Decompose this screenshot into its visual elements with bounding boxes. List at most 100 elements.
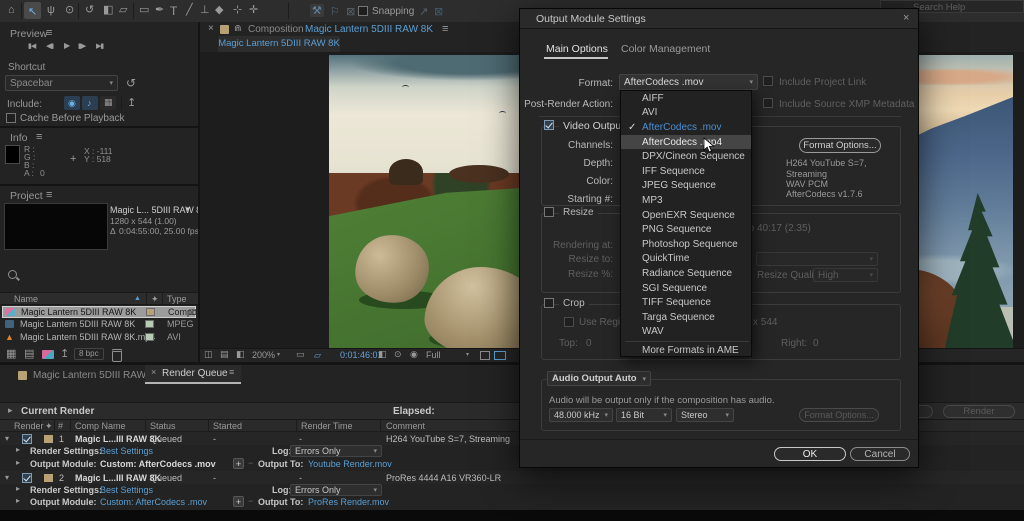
close-icon[interactable]: × <box>151 368 156 377</box>
export-icon[interactable]: ↥ <box>127 98 136 109</box>
panel-menu-icon[interactable]: ≡ <box>46 28 52 39</box>
render-checkbox[interactable] <box>22 473 32 483</box>
output-to-value[interactable]: ProRes Render.mov <box>308 497 389 507</box>
format-options-button[interactable]: Format Options... <box>799 138 881 153</box>
add-output-button[interactable]: + <box>233 458 244 469</box>
column-status[interactable]: Status <box>150 421 176 431</box>
dual-view-icon[interactable]: ◧ <box>236 350 245 359</box>
menu-item[interactable]: WAV <box>621 325 751 340</box>
audio-bits-select[interactable]: 16 Bit ▾ <box>616 408 672 422</box>
tab-render-queue[interactable]: × Render Queue ≡ <box>145 365 241 384</box>
sort-asc-icon[interactable]: ▲ <box>134 295 141 302</box>
last-frame-button[interactable]: ▶▮ <box>96 43 103 50</box>
item-swatch[interactable] <box>44 474 53 482</box>
label-swatch[interactable] <box>145 333 154 341</box>
composition-name[interactable]: Magic Lantern 5DIII RAW 8K <box>305 24 433 35</box>
tab-color-management[interactable]: Color Management <box>621 43 710 55</box>
resize-quality-select[interactable]: High ▾ <box>813 268 878 282</box>
menu-item-highlighted[interactable]: AfterCodecs .mp4 <box>621 135 751 150</box>
chevron-down-icon[interactable]: ▾ <box>186 205 190 213</box>
column-comp-name[interactable]: Comp Name <box>75 421 126 431</box>
column-comment[interactable]: Comment <box>386 421 425 431</box>
render-settings-value[interactable]: Best Settings <box>100 485 153 495</box>
menu-item[interactable]: Radiance Sequence <box>621 266 751 281</box>
pen-tool-icon[interactable]: ✒ <box>155 5 164 16</box>
chevron-down-icon[interactable]: ▾ <box>277 351 280 358</box>
view-layout-icon[interactable]: ◫ <box>204 350 213 359</box>
dialog-titlebar[interactable]: Output Module Settings × <box>520 9 918 29</box>
channels-icon[interactable]: ◉ <box>410 350 418 359</box>
format-select[interactable]: AfterCodecs .mov ▾ <box>619 74 758 90</box>
panel-menu-icon[interactable]: ≡ <box>442 24 448 35</box>
column-started[interactable]: Started <box>213 421 242 431</box>
cancel-button[interactable]: Cancel <box>850 447 910 461</box>
log-select[interactable]: Errors Only ▾ <box>290 445 382 457</box>
chevron-down-icon[interactable]: ▾ <box>90 447 93 454</box>
reset-icon[interactable]: ↺ <box>126 77 136 89</box>
caret-closed-icon[interactable]: ▸ <box>16 485 20 493</box>
tag-icon[interactable]: ✦ <box>45 421 53 432</box>
audio-channels-select[interactable]: Stereo ▾ <box>676 408 734 422</box>
tag-icon[interactable]: ✦ <box>151 294 159 305</box>
shape-tool-icon[interactable]: ▭ <box>139 5 149 16</box>
remove-output-icon[interactable]: − <box>248 497 253 506</box>
label-swatch[interactable] <box>146 308 155 316</box>
menu-item[interactable]: DPX/Cineon Sequence <box>621 149 751 164</box>
caret-open-icon[interactable]: ▾ <box>5 435 9 443</box>
tab-composition[interactable]: Magic Lantern 5DIII RAW 8K <box>33 370 161 381</box>
first-frame-button[interactable]: ▮◀ <box>28 43 35 50</box>
chevron-down-icon[interactable]: ▾ <box>90 460 93 467</box>
pan-behind-tool-icon[interactable]: ▱ <box>119 5 127 16</box>
crop-checkbox[interactable] <box>544 298 554 308</box>
footage-icon[interactable]: ▦ <box>6 349 16 360</box>
column-name[interactable]: Name <box>14 294 38 304</box>
menu-item[interactable]: AVI <box>621 106 751 121</box>
render-settings-value[interactable]: Best Settings <box>100 446 153 456</box>
project-item-title[interactable]: Magic L... 5DIII RAW 8K <box>110 205 207 215</box>
resize-preset-select[interactable]: ▾ <box>756 252 878 266</box>
audio-output-select[interactable]: Audio Output Auto ▾ <box>547 371 651 386</box>
column-type[interactable]: Type <box>167 294 187 304</box>
project-row[interactable]: Magic Lantern 5DIII RAW 8K MPEG <box>2 319 196 331</box>
caret-closed-icon[interactable]: ▸ <box>16 459 20 467</box>
include-xmp-checkbox[interactable] <box>763 98 773 108</box>
menu-item[interactable]: IFF Sequence <box>621 164 751 179</box>
menu-item[interactable]: QuickTime <box>621 252 751 267</box>
safe-zones-icon[interactable]: ▭ <box>296 350 305 359</box>
comp-swatch[interactable] <box>220 25 229 34</box>
folder-icon[interactable]: ▤ <box>24 349 34 360</box>
shortcut-select[interactable]: Spacebar ▾ <box>5 75 118 91</box>
tab-main-options[interactable]: Main Options <box>546 43 608 55</box>
caret-closed-icon[interactable]: ▸ <box>16 446 20 454</box>
caret-closed-icon[interactable]: ▸ <box>16 497 20 505</box>
ok-button[interactable]: OK <box>774 447 846 461</box>
show-snapshot-icon[interactable]: ⊙ <box>394 350 402 359</box>
include-project-link-checkbox[interactable] <box>763 76 773 86</box>
chevron-down-icon[interactable]: ▾ <box>297 460 300 467</box>
render-button[interactable]: Render <box>943 405 1015 418</box>
add-output-button[interactable]: + <box>233 496 244 507</box>
new-comp-icon[interactable] <box>42 350 54 359</box>
use-region-checkbox[interactable] <box>564 317 574 327</box>
selection-tool-icon[interactable]: ↖ <box>28 5 37 18</box>
label-swatch[interactable] <box>145 320 154 328</box>
snap-option-icon[interactable]: ↗ <box>419 5 428 18</box>
workspace-icon[interactable]: ⚐ <box>330 5 340 18</box>
video-output-checkbox[interactable] <box>544 120 554 130</box>
puppet-pin-tool-icon[interactable]: ✛ <box>249 5 258 16</box>
menu-item[interactable]: AIFF <box>621 91 751 106</box>
item-swatch[interactable] <box>44 435 53 443</box>
queue-item-row[interactable]: ▾ 2 Magic L...III RAW 8K Queued - - ProR… <box>0 471 1024 484</box>
menu-item-selected[interactable]: AfterCodecs .mov <box>621 120 751 135</box>
audio-format-options-button[interactable]: Format Options... <box>799 408 879 422</box>
output-module-value[interactable]: Custom: AfterCodecs .mov <box>100 497 207 507</box>
zoom-tool-icon[interactable]: ⊙ <box>65 5 74 16</box>
menu-item[interactable]: Targa Sequence <box>621 310 751 325</box>
render-checkbox[interactable] <box>22 434 32 444</box>
roto-brush-tool-icon[interactable]: ⊹ <box>233 5 242 16</box>
menu-item[interactable]: Photoshop Sequence <box>621 237 751 252</box>
monitor-icon[interactable]: ▤ <box>220 350 229 359</box>
output-to-value[interactable]: Youtube Render.mov <box>308 459 392 469</box>
column-render-time[interactable]: Render Time <box>301 421 353 431</box>
prev-frame-button[interactable]: ◀▮ <box>46 43 53 50</box>
